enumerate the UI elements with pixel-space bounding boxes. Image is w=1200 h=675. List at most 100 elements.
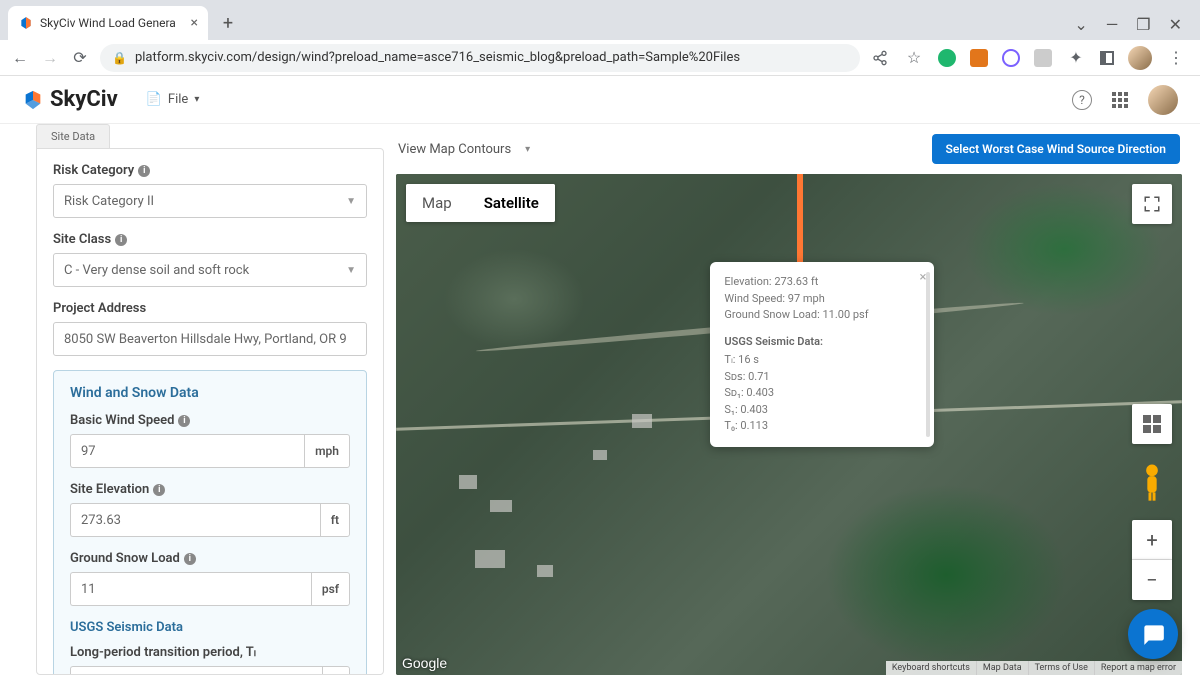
tab-title: SkyCiv Wind Load Genera [40, 16, 185, 30]
extensions-icon[interactable]: ✦ [1066, 48, 1086, 68]
lock-icon: 🔒 [112, 51, 127, 65]
close-icon[interactable]: × [191, 15, 198, 31]
url-text: platform.skyciv.com/design/wind?preload_… [135, 50, 740, 65]
star-icon[interactable]: ☆ [904, 48, 924, 68]
site-class-select[interactable]: C - Very dense soil and soft rock▼ [53, 253, 367, 287]
new-tab-button[interactable]: + [214, 9, 242, 37]
forward-icon[interactable]: → [40, 48, 60, 68]
map-type-map[interactable]: Map [406, 184, 468, 222]
chat-button[interactable] [1128, 609, 1178, 659]
unit-psf: psf [311, 572, 350, 606]
scrollbar[interactable] [926, 272, 930, 437]
extension-orange-icon[interactable] [970, 49, 988, 67]
file-icon: 📄 [146, 92, 162, 107]
tab-site-data[interactable]: Site Data [36, 124, 110, 148]
google-logo: Google [402, 655, 447, 671]
close-window-icon[interactable]: ✕ [1169, 15, 1182, 34]
snow-label: Ground Snow Load i [70, 551, 350, 566]
wind-speed-input[interactable]: 97 [70, 434, 304, 468]
chevron-down-icon: ▾ [194, 94, 199, 105]
minimize-icon[interactable]: — [1106, 15, 1119, 34]
file-menu[interactable]: 📄 File ▾ [146, 92, 200, 107]
window-controls: ⌄ — ❐ ✕ [1074, 15, 1192, 40]
info-icon[interactable]: i [178, 415, 190, 427]
elevation-label: Site Elevation i [70, 482, 350, 497]
pegman-button[interactable] [1132, 462, 1172, 502]
address-input[interactable]: 8050 SW Beaverton Hillsdale Hwy, Portlan… [53, 322, 367, 356]
share-icon[interactable] [870, 48, 890, 68]
wind-speed-label: Basic Wind Speed i [70, 413, 350, 428]
browser-tab[interactable]: SkyCiv Wind Load Genera × [8, 6, 208, 40]
tl-input[interactable]: 16 [70, 666, 322, 675]
map-type-satellite[interactable]: Satellite [468, 184, 555, 222]
view-contours-dropdown[interactable]: View Map Contours ▾ [398, 142, 530, 157]
info-icon[interactable]: i [184, 553, 196, 565]
chevron-down-icon[interactable]: ⌄ [1074, 15, 1087, 34]
profile-avatar[interactable] [1128, 46, 1152, 70]
info-elevation: Elevation: 273.63 ft [724, 274, 920, 291]
url-bar[interactable]: 🔒 platform.skyciv.com/design/wind?preloa… [100, 44, 860, 72]
side-panel-icon[interactable] [1100, 51, 1114, 65]
reload-icon[interactable]: ⟳ [70, 48, 90, 68]
risk-category-label: Risk Category i [53, 163, 367, 178]
info-icon[interactable]: i [153, 484, 165, 496]
extension-purple-icon[interactable] [1002, 49, 1020, 67]
browser-nav-bar: ← → ⟳ 🔒 platform.skyciv.com/design/wind?… [0, 40, 1200, 76]
chevron-down-icon: ▾ [525, 144, 530, 155]
info-wind: Wind Speed: 97 mph [724, 291, 920, 308]
tilt-button[interactable] [1132, 404, 1172, 444]
chevron-down-icon: ▼ [346, 196, 356, 207]
info-icon[interactable]: i [115, 234, 127, 246]
menu-dots-icon[interactable]: ⋮ [1166, 48, 1186, 68]
apps-icon[interactable] [1110, 90, 1130, 110]
info-snow: Ground Snow Load: 11.00 psf [724, 307, 920, 324]
report-error-link[interactable]: Report a map error [1094, 661, 1182, 675]
snow-input[interactable]: 11 [70, 572, 311, 606]
risk-category-select[interactable]: Risk Category II▼ [53, 184, 367, 218]
logo[interactable]: SkyCiv [22, 87, 118, 112]
map-footer: Keyboard shortcuts Map Data Terms of Use… [886, 661, 1182, 675]
maximize-icon[interactable]: ❐ [1136, 15, 1150, 34]
unit-mph: mph [304, 434, 350, 468]
terms-link[interactable]: Terms of Use [1028, 661, 1094, 675]
unit-ft: ft [320, 503, 350, 537]
zoom-in-button[interactable]: + [1132, 520, 1172, 560]
fullscreen-button[interactable] [1132, 184, 1172, 224]
site-class-label: Site Class i [53, 232, 367, 247]
back-icon[interactable]: ← [10, 48, 30, 68]
map-info-window: × Elevation: 273.63 ft Wind Speed: 97 mp… [710, 262, 934, 447]
extension-gray-icon[interactable] [1034, 49, 1052, 67]
map-panel: View Map Contours ▾ Select Worst Case Wi… [396, 124, 1182, 675]
logo-text: SkyCiv [50, 87, 118, 112]
zoom-out-button[interactable]: − [1132, 560, 1172, 600]
keyboard-shortcuts-link[interactable]: Keyboard shortcuts [886, 661, 976, 675]
unit-s: s [322, 666, 350, 675]
chevron-down-icon: ▼ [346, 265, 356, 276]
app-header: SkyCiv 📄 File ▾ ? [0, 76, 1200, 124]
close-icon[interactable]: × [919, 268, 926, 288]
info-sds: Sᴅꜱ: 0.71 [724, 369, 920, 386]
usgs-title: USGS Seismic Data [70, 620, 350, 635]
elevation-input[interactable]: 273.63 [70, 503, 320, 537]
worst-case-button[interactable]: Select Worst Case Wind Source Direction [932, 134, 1180, 164]
address-label: Project Address [53, 301, 367, 316]
browser-tab-strip: SkyCiv Wind Load Genera × + ⌄ — ❐ ✕ [0, 0, 1200, 40]
tab-favicon [18, 15, 34, 31]
info-icon[interactable]: i [138, 165, 150, 177]
wind-snow-box: Wind and Snow Data Basic Wind Speed i 97… [53, 370, 367, 675]
info-s1: S₁: 0.403 [724, 402, 920, 419]
map-type-control: Map Satellite [406, 184, 555, 222]
help-icon[interactable]: ? [1072, 90, 1092, 110]
map-data-link[interactable]: Map Data [976, 661, 1028, 675]
map[interactable]: Map Satellite × Elevation: 273.63 ft Win… [396, 174, 1182, 675]
info-tl: Tₗ: 16 s [724, 352, 920, 369]
wind-snow-title: Wind and Snow Data [70, 385, 350, 401]
tl-label: Long-period transition period, Tₗ [70, 645, 350, 660]
user-avatar[interactable] [1148, 85, 1178, 115]
marker-line [797, 174, 803, 269]
logo-icon [22, 89, 44, 111]
info-sd1: Sᴅ₁: 0.403 [724, 385, 920, 402]
site-data-panel: Site Data Risk Category i Risk Category … [36, 124, 384, 675]
extension-green-icon[interactable] [938, 49, 956, 67]
info-usgs-title: USGS Seismic Data: [724, 334, 920, 351]
